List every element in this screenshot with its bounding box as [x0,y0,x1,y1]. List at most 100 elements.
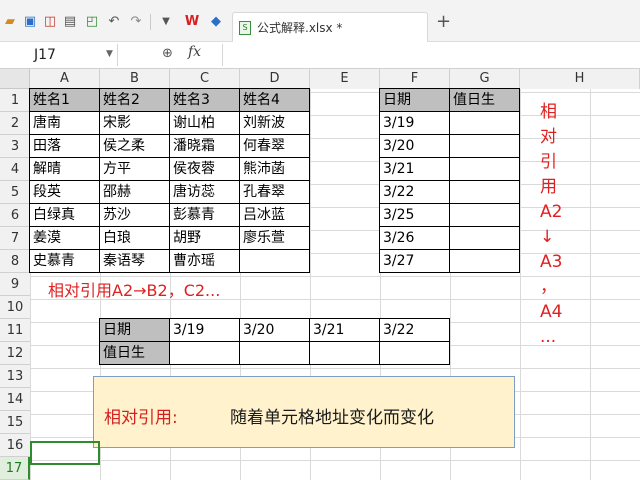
names-table-cell[interactable]: 唐访蕊 [170,181,240,204]
row-header-7[interactable]: 7 [0,227,30,250]
duty-table-cell[interactable] [450,181,520,204]
duty-table-cell[interactable] [450,112,520,135]
column-header-g[interactable]: G [450,69,520,89]
row-header-3[interactable]: 3 [0,135,30,158]
tab-file[interactable]: S 公式解释.xlsx * [232,12,428,42]
horizontal-duty-cell[interactable] [240,342,310,365]
active-cell-selection[interactable] [30,441,100,465]
names-table-cell[interactable]: 史慕青 [30,250,100,273]
names-table-cell[interactable]: 苏沙 [100,204,170,227]
names-table-cell[interactable]: 熊沛菡 [240,158,310,181]
names-table-cell[interactable]: 彭慕青 [170,204,240,227]
row-header-14[interactable]: 14 [0,388,30,411]
names-table-cell[interactable]: 秦语琴 [100,250,170,273]
names-table-cell[interactable]: 孔春翠 [240,181,310,204]
horizontal-duty-cell[interactable] [170,342,240,365]
new-tab-button[interactable]: + [436,13,451,31]
names-table-cell[interactable]: 吕冰蓝 [240,204,310,227]
open-folder-icon[interactable]: ▰ [2,14,18,30]
insert-function-button[interactable]: fx [188,44,201,60]
names-header-cell[interactable]: 姓名3 [170,89,240,112]
duty-table-cell[interactable]: 3/26 [380,227,450,250]
row-header-11[interactable]: 11 [0,319,30,342]
duty-header-cell[interactable]: 日期 [380,89,450,112]
horizontal-duty-cell[interactable] [310,342,380,365]
column-header-a[interactable]: A [30,69,100,89]
column-header-h[interactable]: H [520,69,640,89]
names-table-cell[interactable]: 白绿真 [30,204,100,227]
names-table-cell[interactable] [240,250,310,273]
horizontal-date-cell[interactable]: 3/22 [380,319,450,342]
duty-table-cell[interactable]: 3/19 [380,112,450,135]
names-header-cell[interactable]: 姓名4 [240,89,310,112]
names-table-cell[interactable]: 廖乐萱 [240,227,310,250]
row-header-17[interactable]: 17 [0,457,30,480]
duty-table-cell[interactable] [450,204,520,227]
name-box[interactable]: J17 ▼ [0,44,118,66]
names-table-cell[interactable]: 唐南 [30,112,100,135]
row-header-12[interactable]: 12 [0,342,30,365]
names-table-cell[interactable]: 方平 [100,158,170,181]
duty-table-cell[interactable] [450,158,520,181]
names-table-cell[interactable]: 谢山柏 [170,112,240,135]
export-pdf-icon[interactable]: ◫ [42,14,58,30]
names-table-cell[interactable]: 解晴 [30,158,100,181]
names-table-cell[interactable]: 段英 [30,181,100,204]
print-preview-icon[interactable]: ◰ [84,14,100,30]
duty-table-cell[interactable]: 3/27 [380,250,450,273]
duty-table-cell[interactable]: 3/20 [380,135,450,158]
horizontal-duty-label[interactable]: 值日生 [100,342,170,365]
names-table-cell[interactable]: 胡野 [170,227,240,250]
relative-reference-note[interactable]: 相对引用A2→B2，C2... [48,277,220,301]
names-table-cell[interactable]: 刘新波 [240,112,310,135]
row-header-15[interactable]: 15 [0,411,30,434]
row-header-4[interactable]: 4 [0,158,30,181]
names-header-cell[interactable]: 姓名1 [30,89,100,112]
names-table-cell[interactable]: 邵赫 [100,181,170,204]
undo-icon[interactable]: ↶ [106,14,122,30]
row-header-9[interactable]: 9 [0,273,30,296]
select-all-corner[interactable] [0,69,30,89]
explanation-callout[interactable]: 相对引用: 随着单元格地址变化而变化 [93,376,515,448]
chevron-down-icon[interactable]: ▼ [106,49,113,59]
row-header-16[interactable]: 16 [0,434,30,457]
names-table-cell[interactable]: 曹亦瑶 [170,250,240,273]
names-table-cell[interactable]: 宋影 [100,112,170,135]
duty-table-cell[interactable] [450,227,520,250]
duty-table-cell[interactable]: 3/22 [380,181,450,204]
names-table-cell[interactable]: 侯之柔 [100,135,170,158]
row-header-13[interactable]: 13 [0,365,30,388]
save-icon[interactable]: ▣ [22,14,38,30]
duty-table-cell[interactable] [450,135,520,158]
row-header-6[interactable]: 6 [0,204,30,227]
duty-header-cell[interactable]: 值日生 [450,89,520,112]
print-icon[interactable]: ▤ [62,14,78,30]
names-table-cell[interactable]: 何春翠 [240,135,310,158]
row-header-1[interactable]: 1 [0,89,30,112]
duty-table-cell[interactable]: 3/21 [380,158,450,181]
names-table-cell[interactable]: 姜漠 [30,227,100,250]
horizontal-date-cell[interactable]: 3/21 [310,319,380,342]
names-table-cell[interactable]: 侯夜蓉 [170,158,240,181]
row-header-5[interactable]: 5 [0,181,30,204]
redo-icon[interactable]: ↷ [128,14,144,30]
column-header-e[interactable]: E [310,69,380,89]
duty-table-cell[interactable] [450,250,520,273]
names-table-cell[interactable]: 白琅 [100,227,170,250]
column-header-f[interactable]: F [380,69,450,89]
column-header-c[interactable]: C [170,69,240,89]
column-header-d[interactable]: D [240,69,310,89]
row-header-8[interactable]: 8 [0,250,30,273]
names-header-cell[interactable]: 姓名2 [100,89,170,112]
horizontal-date-label[interactable]: 日期 [100,319,170,342]
apps-cube-icon[interactable]: ◆ [208,14,224,30]
horizontal-duty-cell[interactable] [380,342,450,365]
names-table-cell[interactable]: 潘晓霜 [170,135,240,158]
vertical-reference-note[interactable]: 相对引用 A2 ↓ A3 ， A4... [540,100,570,350]
horizontal-date-cell[interactable]: 3/19 [170,319,240,342]
row-header-10[interactable]: 10 [0,296,30,319]
customize-dropdown-icon[interactable]: ▼ [158,14,174,30]
row-header-2[interactable]: 2 [0,112,30,135]
names-table-cell[interactable]: 田落 [30,135,100,158]
column-header-b[interactable]: B [100,69,170,89]
